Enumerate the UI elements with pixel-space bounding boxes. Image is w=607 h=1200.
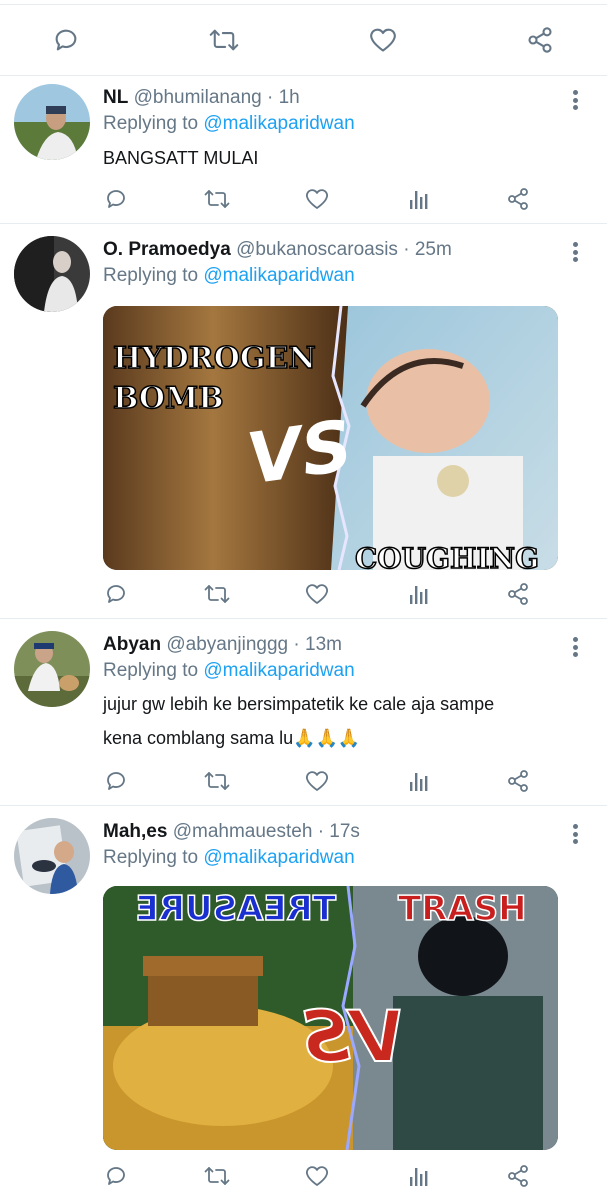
replying-prefix: Replying to [103, 113, 199, 134]
replying-prefix: Replying to [103, 847, 199, 868]
tweet-text-line-2: kena comblang sama lu🙏🙏🙏 [103, 721, 360, 755]
avatar[interactable] [14, 236, 90, 312]
mention-link[interactable]: @malikaparidwan [203, 847, 354, 868]
tweet-actions [0, 1161, 607, 1191]
replying-to: Replying to @malikaparidwan [103, 112, 355, 136]
more-icon[interactable] [565, 88, 585, 112]
more-icon[interactable] [565, 822, 585, 846]
display-name[interactable]: Mah,es [103, 821, 167, 842]
like-icon[interactable] [302, 579, 332, 609]
display-name[interactable]: O. Pramoedya [103, 239, 231, 260]
replying-to: Replying to @malikaparidwan [103, 264, 355, 288]
image-label-left-2: BOMB [113, 381, 224, 416]
vs-label: VS [300, 996, 405, 1078]
retweet-icon[interactable] [202, 1161, 232, 1191]
reply-tweet[interactable]: O. Pramoedya @bukanoscaroasis · 25m Repl… [0, 224, 607, 619]
avatar[interactable] [14, 818, 90, 894]
reply-icon[interactable] [101, 1161, 131, 1191]
tweet-header: NL @bhumilanang · 1h [103, 86, 300, 110]
username[interactable]: @bhumilanang [134, 87, 262, 108]
tweet-text-line-1: jujur gw lebih ke bersimpatetik ke cale … [103, 694, 495, 714]
username[interactable]: @bukanoscaroasis [236, 239, 398, 260]
separator: · [403, 239, 410, 260]
reply-icon[interactable] [101, 579, 131, 609]
replying-to: Replying to @malikaparidwan [103, 846, 355, 870]
replying-prefix: Replying to [103, 265, 199, 286]
timestamp[interactable]: 13m [305, 634, 342, 655]
replying-prefix: Replying to [103, 660, 199, 681]
display-name[interactable]: Abyan [103, 634, 161, 655]
separator: · [293, 634, 300, 655]
like-icon[interactable] [302, 766, 332, 796]
like-icon[interactable] [367, 24, 399, 56]
tweet-text-line-2-text: kena comblang sama lu [103, 728, 294, 748]
timestamp[interactable]: 1h [279, 87, 300, 108]
avatar[interactable] [14, 84, 90, 160]
image-label-right: COUGHING [355, 542, 539, 570]
replying-to: Replying to @malikaparidwan [103, 659, 355, 683]
tweet-text: BANGSATT MULAI [103, 148, 259, 168]
separator: · [317, 821, 325, 842]
mention-link[interactable]: @malikaparidwan [203, 660, 354, 681]
tweet-image[interactable]: HYDROGEN BOMB VS COUGHING [103, 306, 558, 570]
share-icon[interactable] [503, 579, 533, 609]
main-tweet-actions [0, 0, 607, 76]
like-icon[interactable] [302, 184, 332, 214]
reply-icon[interactable] [101, 766, 131, 796]
share-icon[interactable] [524, 24, 556, 56]
tweet-actions [0, 766, 607, 796]
username[interactable]: @mahmauesteh [173, 821, 313, 842]
image-label-left-1: HYDROGEN [113, 341, 316, 376]
like-icon[interactable] [302, 1161, 332, 1191]
reply-tweet[interactable]: Abyan @abyanjinggg · 13m Replying to @ma… [0, 619, 607, 806]
username[interactable]: @abyanjinggg [166, 634, 288, 655]
timestamp[interactable]: 25m [415, 239, 452, 260]
tweet-image[interactable]: TREASURE TRASH VS [103, 886, 558, 1150]
folded-hands-emoji: 🙏🙏🙏 [293, 728, 361, 748]
share-icon[interactable] [503, 766, 533, 796]
share-icon[interactable] [503, 184, 533, 214]
timestamp[interactable]: 17s [329, 821, 360, 842]
reply-tweet[interactable]: NL @bhumilanang · 1h Replying to @malika… [0, 76, 607, 224]
retweet-icon[interactable] [202, 579, 232, 609]
divider [0, 4, 607, 5]
retweet-icon[interactable] [208, 24, 240, 56]
tweet-header: Mah,es @mahmauesteh · 17s [103, 820, 360, 844]
vs-label: VS [242, 405, 357, 501]
retweet-icon[interactable] [202, 184, 232, 214]
display-name[interactable]: NL [103, 87, 128, 108]
analytics-icon[interactable] [404, 579, 434, 609]
reply-icon[interactable] [50, 24, 82, 56]
analytics-icon[interactable] [404, 766, 434, 796]
more-icon[interactable] [565, 635, 585, 659]
mention-link[interactable]: @malikaparidwan [203, 113, 354, 134]
share-icon[interactable] [503, 1161, 533, 1191]
reply-icon[interactable] [101, 184, 131, 214]
image-label-left: TREASURE [136, 889, 336, 929]
tweet-actions [0, 579, 607, 609]
avatar[interactable] [14, 631, 90, 707]
analytics-icon[interactable] [404, 1161, 434, 1191]
reply-tweet[interactable]: Mah,es @mahmauesteh · 17s Replying to @m… [0, 806, 607, 1200]
analytics-icon[interactable] [404, 184, 434, 214]
mention-link[interactable]: @malikaparidwan [203, 265, 354, 286]
tweet-actions [0, 184, 607, 214]
image-label-right: TRASH [398, 889, 527, 929]
retweet-icon[interactable] [202, 766, 232, 796]
separator: · [266, 87, 274, 108]
tweet-header: O. Pramoedya @bukanoscaroasis · 25m [103, 238, 452, 262]
more-icon[interactable] [565, 240, 585, 264]
tweet-header: Abyan @abyanjinggg · 13m [103, 633, 342, 657]
